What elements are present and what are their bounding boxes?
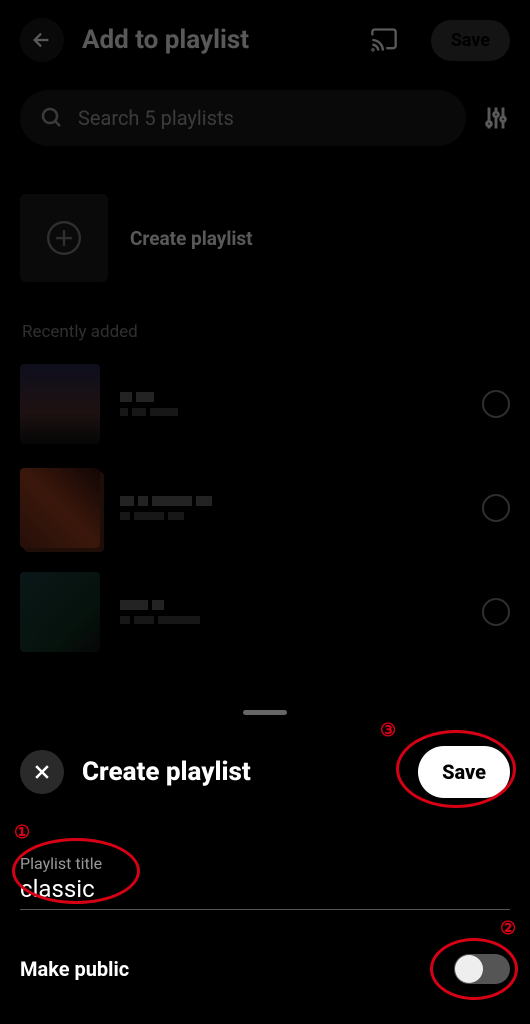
playlist-meta (120, 600, 462, 624)
create-playlist-modal: Create playlist Save Playlist title Make… (0, 724, 530, 1024)
playlist-title-field[interactable]: Playlist title (20, 854, 510, 910)
list-item[interactable] (0, 352, 530, 456)
field-label: Playlist title (20, 854, 510, 873)
select-radio[interactable] (482, 390, 510, 418)
toggle-knob (455, 955, 483, 983)
close-icon (32, 762, 52, 782)
section-title: Recently added (0, 292, 530, 352)
make-public-toggle[interactable] (454, 954, 510, 984)
playlist-meta (120, 496, 462, 520)
drag-handle[interactable] (243, 710, 287, 715)
page-title: Add to playlist (82, 25, 349, 55)
playlist-thumbnail (20, 572, 100, 652)
search-row: Search 5 playlists (0, 80, 530, 146)
playlist-thumbnail (20, 468, 100, 548)
close-button[interactable] (20, 750, 64, 794)
make-public-row: Make public (20, 954, 510, 984)
filter-icon[interactable] (482, 104, 510, 132)
list-item[interactable] (0, 560, 530, 664)
search-placeholder: Search 5 playlists (78, 106, 234, 130)
list-item[interactable] (0, 456, 530, 560)
arrow-left-icon (31, 29, 53, 51)
select-radio[interactable] (482, 494, 510, 522)
plus-circle-icon (45, 219, 83, 257)
search-input[interactable]: Search 5 playlists (20, 90, 466, 146)
cast-icon[interactable] (367, 26, 401, 54)
modal-header: Create playlist Save (20, 746, 510, 798)
playlist-thumbnail (20, 364, 100, 444)
playlist-meta (120, 392, 462, 416)
bg-save-button[interactable]: Save (431, 20, 510, 61)
select-radio[interactable] (482, 598, 510, 626)
bg-header: Add to playlist Save (0, 0, 530, 80)
modal-title: Create playlist (82, 757, 400, 787)
search-icon (40, 106, 64, 130)
create-playlist-tile (20, 194, 108, 282)
playlist-title-input[interactable] (20, 875, 510, 903)
create-playlist-label: Create playlist (130, 227, 253, 250)
save-button[interactable]: Save (418, 746, 510, 798)
make-public-label: Make public (20, 957, 129, 981)
back-button[interactable] (20, 18, 64, 62)
create-playlist-row[interactable]: Create playlist (0, 146, 530, 292)
